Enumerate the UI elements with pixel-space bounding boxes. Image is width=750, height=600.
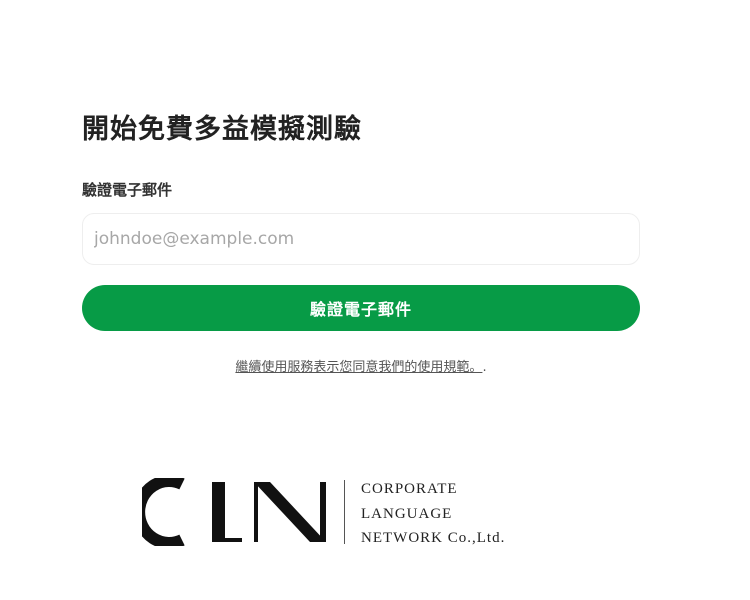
- verify-email-button[interactable]: 驗證電子郵件: [82, 285, 640, 331]
- logo-company-name: CORPORATE LANGUAGE NETWORK Co.,Ltd.: [361, 477, 505, 551]
- page-title: 開始免費多益模擬測驗: [82, 114, 362, 145]
- logo-line-network: NETWORK Co.,Ltd.: [361, 530, 506, 546]
- logo-letter-l-stem: [212, 482, 225, 542]
- terms-notice: 繼續使用服務表示您同意我們的使用規範。.: [82, 359, 640, 377]
- email-input[interactable]: [82, 213, 640, 265]
- company-logo: CORPORATE LANGUAGE NETWORK Co.,Ltd.: [142, 474, 542, 550]
- logo-letter-n-diagonal: [254, 482, 326, 542]
- logo-letter-n-left: [254, 482, 258, 542]
- terms-link[interactable]: 繼續使用服務表示您同意我們的使用規範。: [235, 360, 482, 375]
- terms-suffix: .: [482, 360, 487, 375]
- cln-logo-mark: [142, 478, 326, 546]
- logo-letter-c: [142, 478, 185, 546]
- logo-line-corporate: CORPORATE: [361, 481, 458, 497]
- logo-letter-l-base: [212, 538, 242, 542]
- verify-email-form: 開始免費多益模擬測驗 驗證電子郵件 驗證電子郵件 繼續使用服務表示您同意我們的使…: [82, 108, 640, 377]
- logo-divider: [344, 480, 345, 544]
- email-label: 驗證電子郵件: [82, 181, 173, 199]
- page: 開始免費多益模擬測驗 驗證電子郵件 驗證電子郵件 繼續使用服務表示您同意我們的使…: [0, 0, 750, 600]
- logo-line-language: LANGUAGE: [361, 505, 453, 522]
- logo-letter-n-right: [320, 482, 326, 542]
